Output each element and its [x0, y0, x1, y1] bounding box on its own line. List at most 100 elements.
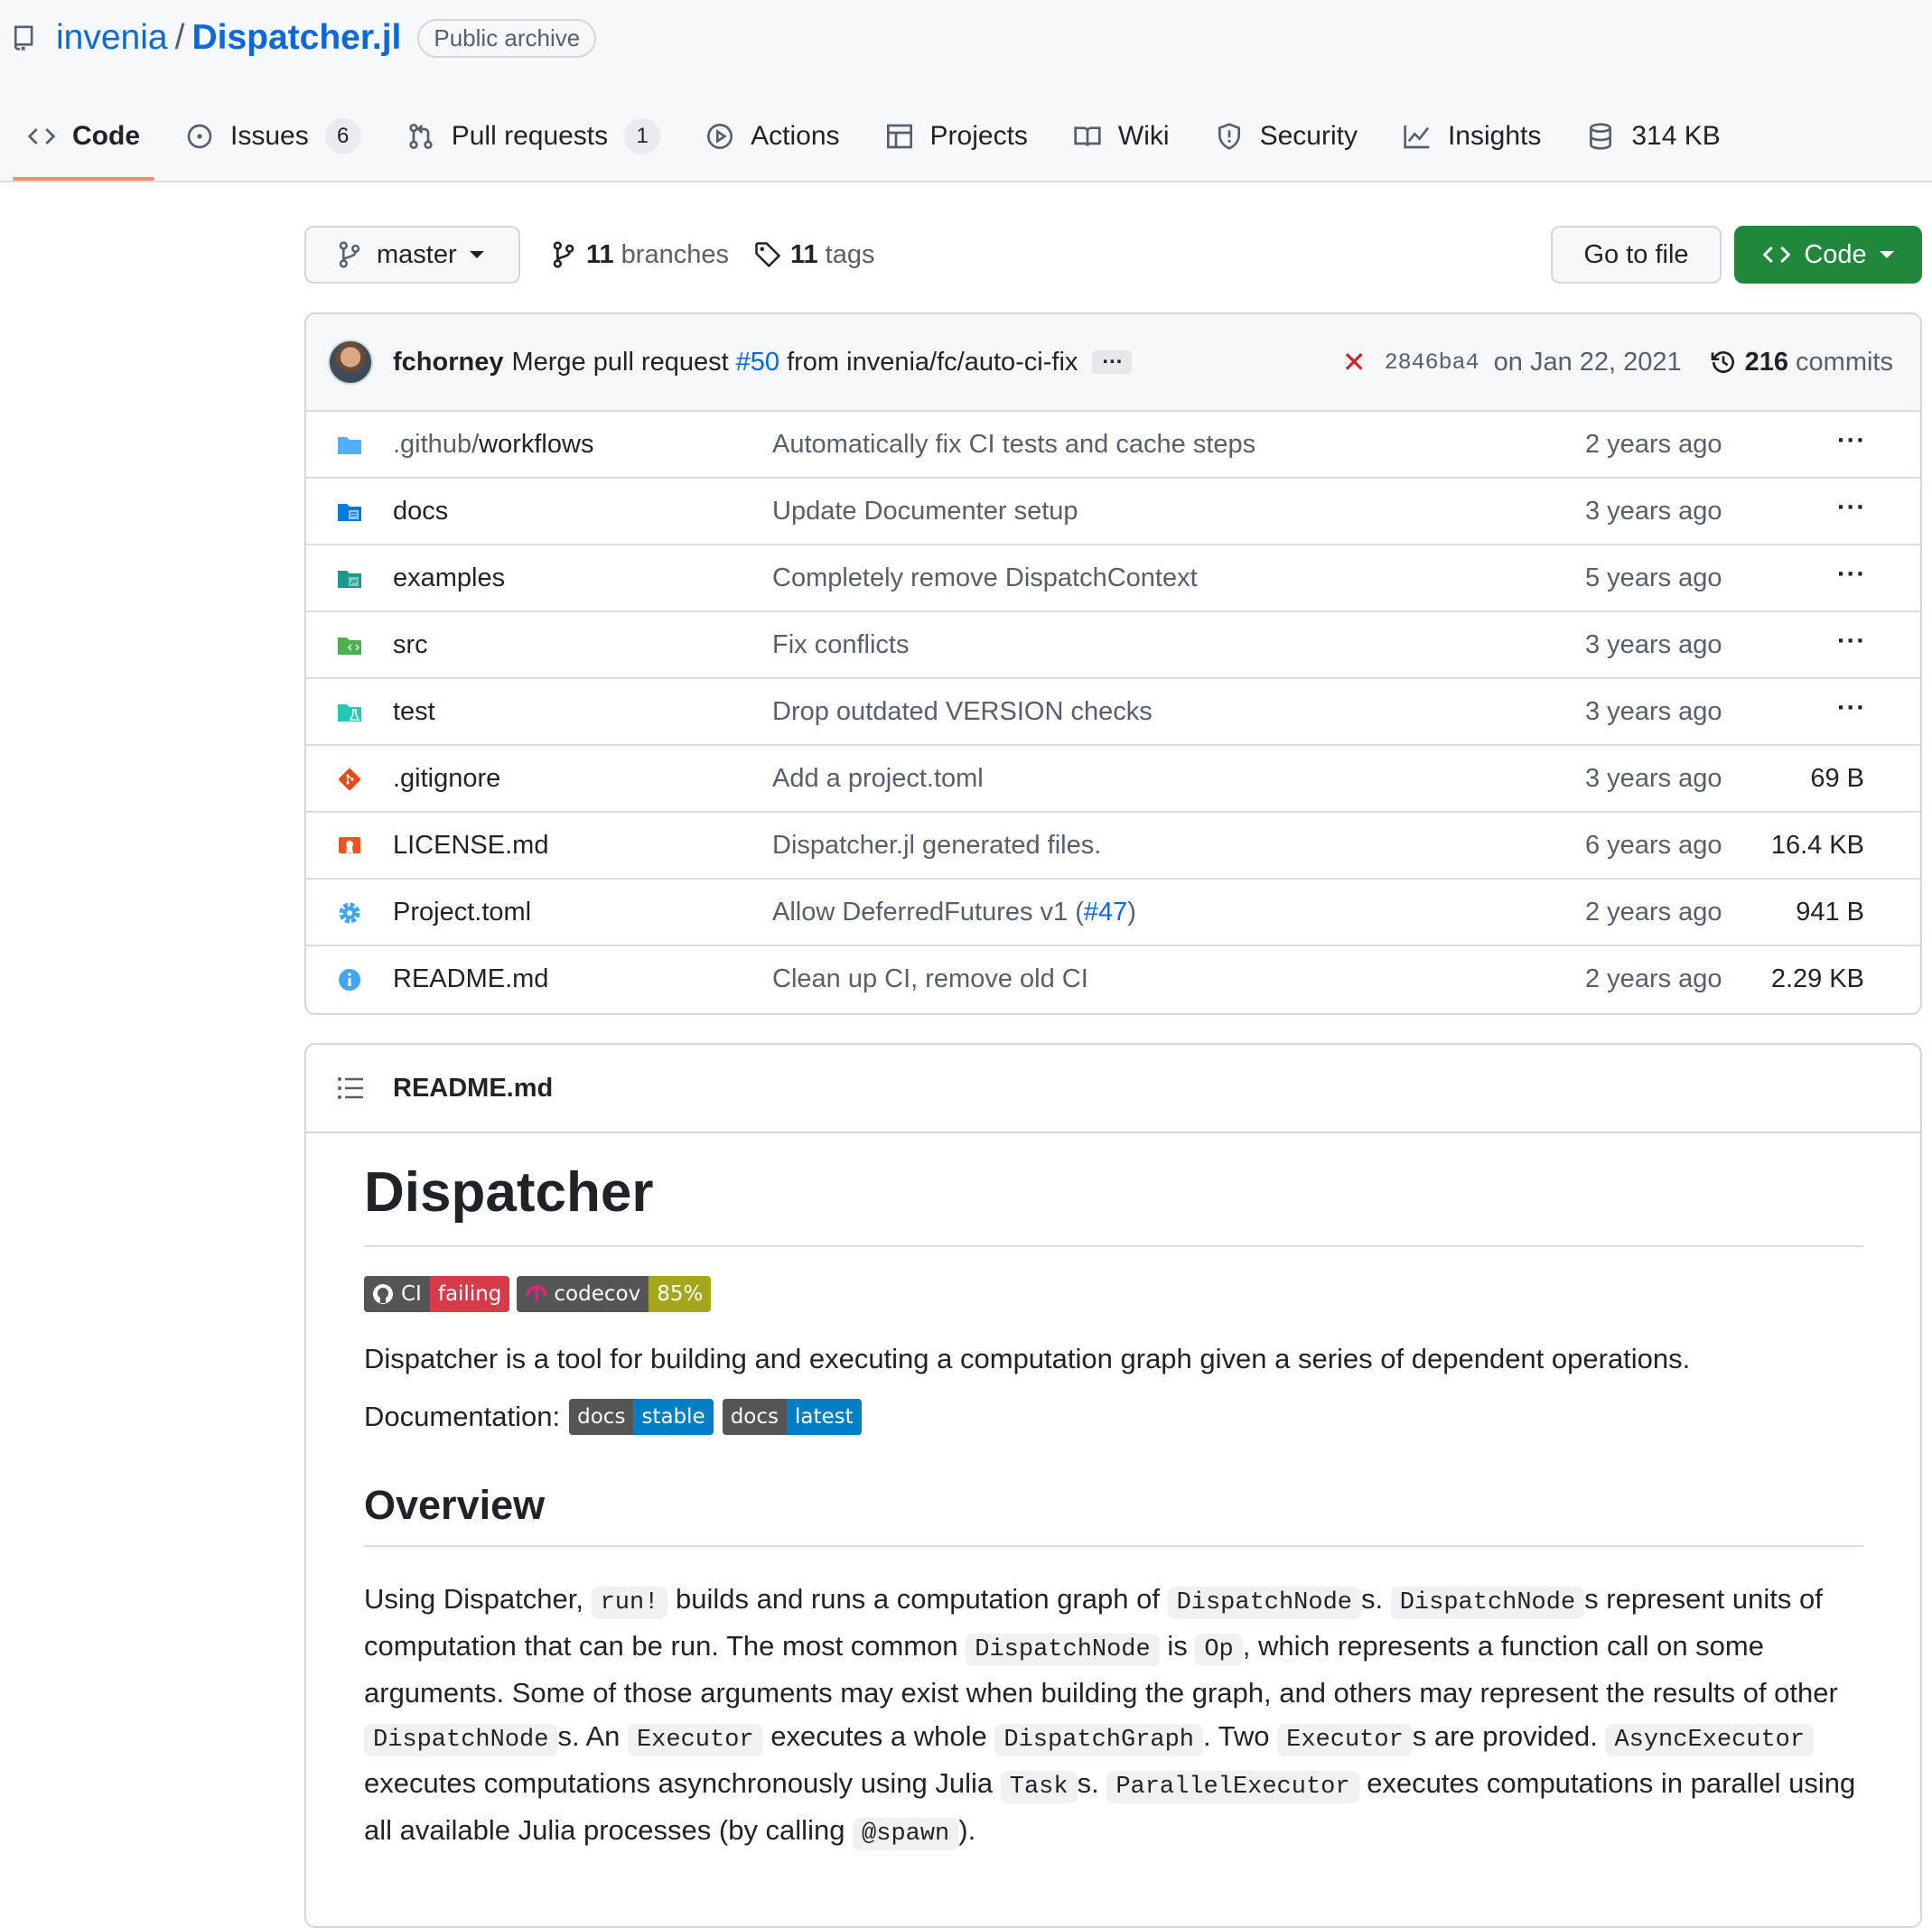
file-name-link[interactable]: Project.toml [393, 880, 531, 945]
table-row[interactable]: examples Completely remove DispatchConte… [306, 544, 1920, 610]
docs-badge-left: docs [569, 1399, 634, 1435]
file-size: 69 B [1810, 764, 1864, 793]
list-icon[interactable] [337, 1076, 364, 1101]
docs-latest-badge[interactable]: docs latest [722, 1399, 862, 1435]
file-commit-message-link[interactable]: Add a project.toml [772, 746, 984, 811]
tab-issues[interactable]: Issues 6 [171, 108, 376, 164]
more-options-icon[interactable]: ··· [1837, 679, 1866, 737]
table-row[interactable]: Project.toml Allow DeferredFutures v1 (#… [306, 878, 1920, 945]
tab-actions[interactable]: Actions [691, 108, 854, 164]
file-commit-message-link[interactable]: Dispatcher.jl generated files. [772, 813, 1101, 878]
codecov-icon [526, 1285, 547, 1301]
more-options-icon[interactable]: ··· [1837, 479, 1866, 536]
branches-link[interactable]: 11 branches [550, 226, 729, 284]
inline-code: DispatchNode [1167, 1587, 1361, 1619]
file-name-link[interactable]: README.md [393, 946, 548, 1011]
latest-commit-message: fchorney Merge pull request #50 from inv… [393, 340, 1133, 385]
codecov-badge-left-text: codecov [554, 1282, 641, 1306]
file-name-link[interactable]: LICENSE.md [393, 813, 548, 878]
inline-code: Executor [627, 1724, 763, 1756]
file-commit-message-link[interactable]: Completely remove DispatchContext [772, 545, 1198, 610]
tags-link[interactable]: 11 tags [754, 226, 875, 284]
ci-failed-icon[interactable]: ✕ [1342, 345, 1367, 379]
graph-icon [1404, 126, 1430, 149]
file-name: workflows [479, 430, 594, 459]
repo-path-separator: / [174, 18, 185, 57]
file-path-prefix: .github/ [393, 430, 480, 459]
inline-code: DispatchNode [1390, 1587, 1585, 1619]
tab-security[interactable]: Security [1200, 108, 1372, 164]
file-name-link[interactable]: src [393, 612, 428, 677]
commit-pr-link[interactable]: #50 [736, 348, 779, 377]
expand-commit-message-button[interactable]: … [1092, 346, 1133, 374]
tab-wiki[interactable]: Wiki [1059, 108, 1184, 164]
ci-badge-left-text: CI [401, 1282, 422, 1306]
file-commit-message-link[interactable]: Fix conflicts [772, 612, 909, 677]
docs-badge-right: stable [633, 1399, 714, 1435]
file-commit-message-link[interactable]: Drop outdated VERSION checks [772, 679, 1153, 744]
table-row[interactable]: .github/workflows Automatically fix CI t… [306, 410, 1920, 477]
ci-badge-label: CI [364, 1276, 430, 1312]
inline-code: AsyncExecutor [1605, 1724, 1815, 1756]
file-name-link[interactable]: test [393, 679, 435, 744]
repo-name-link[interactable]: Dispatcher.jl [191, 18, 401, 58]
commits-history-link[interactable]: 216 commits [1709, 348, 1893, 377]
file-commit-message-link[interactable]: Automatically fix CI tests and cache ste… [772, 412, 1255, 477]
file-age: 6 years ago [1585, 831, 1722, 860]
branch-select-button[interactable]: master [304, 226, 520, 284]
overview-text: s. [1077, 1767, 1107, 1799]
file-commit-message-link[interactable]: Allow DeferredFutures v1 (#47) [772, 880, 1136, 945]
file-size: 16.4 KB [1770, 831, 1864, 860]
tab-insights[interactable]: Insights [1388, 108, 1555, 164]
overview-text: builds and runs a computation graph of [667, 1583, 1168, 1615]
tab-label: Insights [1447, 121, 1542, 151]
table-row[interactable]: README.md Clean up CI, remove old CI 2 y… [306, 945, 1920, 1011]
table-row[interactable]: src Fix conflicts 3 years ago ··· [306, 610, 1920, 677]
more-options-icon[interactable]: ··· [1837, 412, 1866, 470]
file-commit-message-link[interactable]: Update Documenter setup [772, 479, 1078, 544]
more-options-icon[interactable]: ··· [1837, 545, 1866, 603]
inline-code: run! [591, 1587, 668, 1619]
readme-file-name[interactable]: README.md [393, 1045, 553, 1132]
codecov-badge[interactable]: codecov 85% [517, 1276, 712, 1312]
table-row[interactable]: LICENSE.md Dispatcher.jl generated files… [306, 811, 1920, 878]
inline-code: ParallelExecutor [1106, 1771, 1359, 1803]
more-options-icon[interactable]: ··· [1837, 612, 1866, 670]
github-icon [373, 1284, 393, 1304]
file-name-link[interactable]: examples [393, 545, 505, 610]
docs-badge-left: docs [722, 1399, 787, 1435]
tab-projects[interactable]: Projects [871, 108, 1042, 164]
latest-commit-bar: fchorney Merge pull request #50 from inv… [306, 314, 1920, 412]
commit-sha-link[interactable]: 2846ba4 [1385, 349, 1479, 376]
commit-message-prefix[interactable]: Merge pull request [511, 348, 728, 377]
repo-size-label: 314 KB [1631, 121, 1721, 151]
avatar[interactable] [328, 340, 373, 385]
file-name-link[interactable]: docs [393, 479, 448, 544]
commit-pr-link[interactable]: #47 [1084, 898, 1127, 927]
table-row[interactable]: .gitignore Add a project.toml 3 years ag… [306, 744, 1920, 811]
pull-request-icon [409, 124, 433, 149]
file-age: 2 years ago [1585, 430, 1722, 459]
repo-nav-tabs: Code Issues 6 Pull requests 1 Actions Pr… [13, 108, 1751, 181]
tab-pull-requests[interactable]: Pull requests 1 [392, 108, 675, 164]
commit-author-link[interactable]: fchorney [393, 348, 503, 377]
file-commit-message-link[interactable]: Clean up CI, remove old CI [772, 946, 1088, 1011]
go-to-file-button[interactable]: Go to file [1551, 226, 1722, 284]
branch-icon [553, 241, 574, 268]
code-icon [27, 128, 56, 144]
code-dropdown-button[interactable]: Code [1734, 226, 1922, 284]
table-row[interactable]: docs Update Documenter setup 3 years ago… [306, 477, 1920, 544]
file-name-link[interactable]: .github/workflows [393, 412, 593, 477]
readme-title: Dispatcher [364, 1133, 1863, 1247]
repo-header: invenia / Dispatcher.jl Public archive C… [0, 0, 1932, 182]
table-row[interactable]: test Drop outdated VERSION checks 3 year… [306, 677, 1920, 744]
inline-code: @spawn [853, 1818, 959, 1850]
tab-code[interactable]: Code [13, 108, 154, 181]
commit-message-suffix[interactable]: from invenia/fc/auto-ci-fix [787, 348, 1078, 377]
docs-stable-badge[interactable]: docs stable [569, 1399, 714, 1435]
ci-status-badge[interactable]: CI failing [364, 1276, 510, 1312]
repo-owner-link[interactable]: invenia [56, 18, 168, 58]
file-name-link[interactable]: .gitignore [393, 746, 500, 811]
chevron-down-icon [469, 251, 484, 258]
file-commit-message: Allow DeferredFutures v1 ( [772, 898, 1084, 927]
